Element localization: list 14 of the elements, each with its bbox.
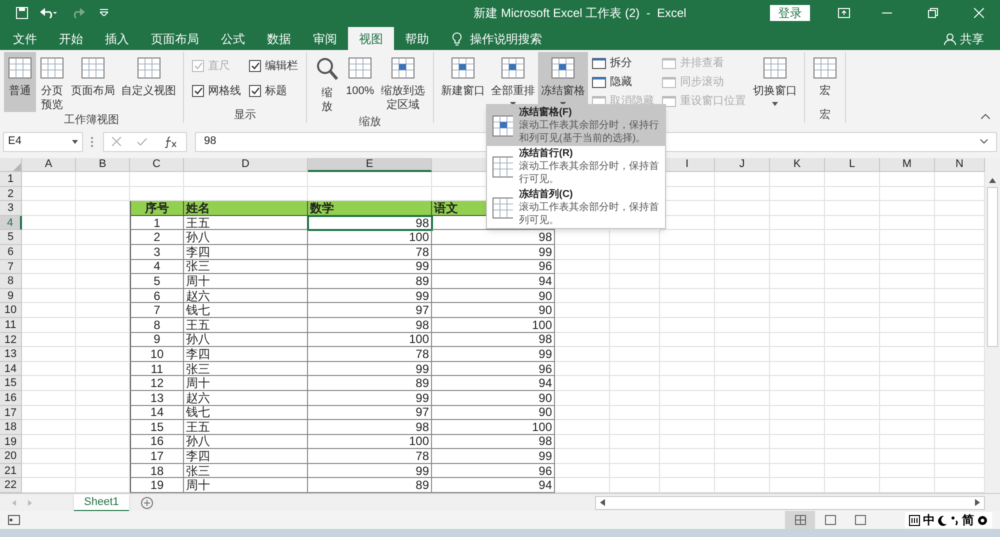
- checkbox-label: 标题: [265, 84, 287, 99]
- group-label: 工作簿视图: [64, 113, 119, 128]
- group-label: 显示: [234, 108, 256, 123]
- menu-item-description: 滚动工作表其余部分时，保持首行可见。: [519, 160, 660, 186]
- group-label: 缩放: [359, 114, 382, 130]
- menu-item-description: 滚动工作表其余部分时，保持首列可见。: [519, 201, 660, 227]
- group-label: 宏: [820, 108, 831, 123]
- name-box-value: E4: [8, 134, 22, 150]
- menu-item-title: 冻结首列(C): [519, 188, 574, 201]
- checkbox-label: 网格线: [208, 84, 241, 99]
- window-title: 新建 Microsoft Excel 工作表 (2) - Excel: [472, 4, 688, 22]
- checkbox-label: 编辑栏: [265, 58, 298, 74]
- formula-value: 98: [204, 134, 216, 150]
- checkbox-label: 直尺: [208, 58, 230, 74]
